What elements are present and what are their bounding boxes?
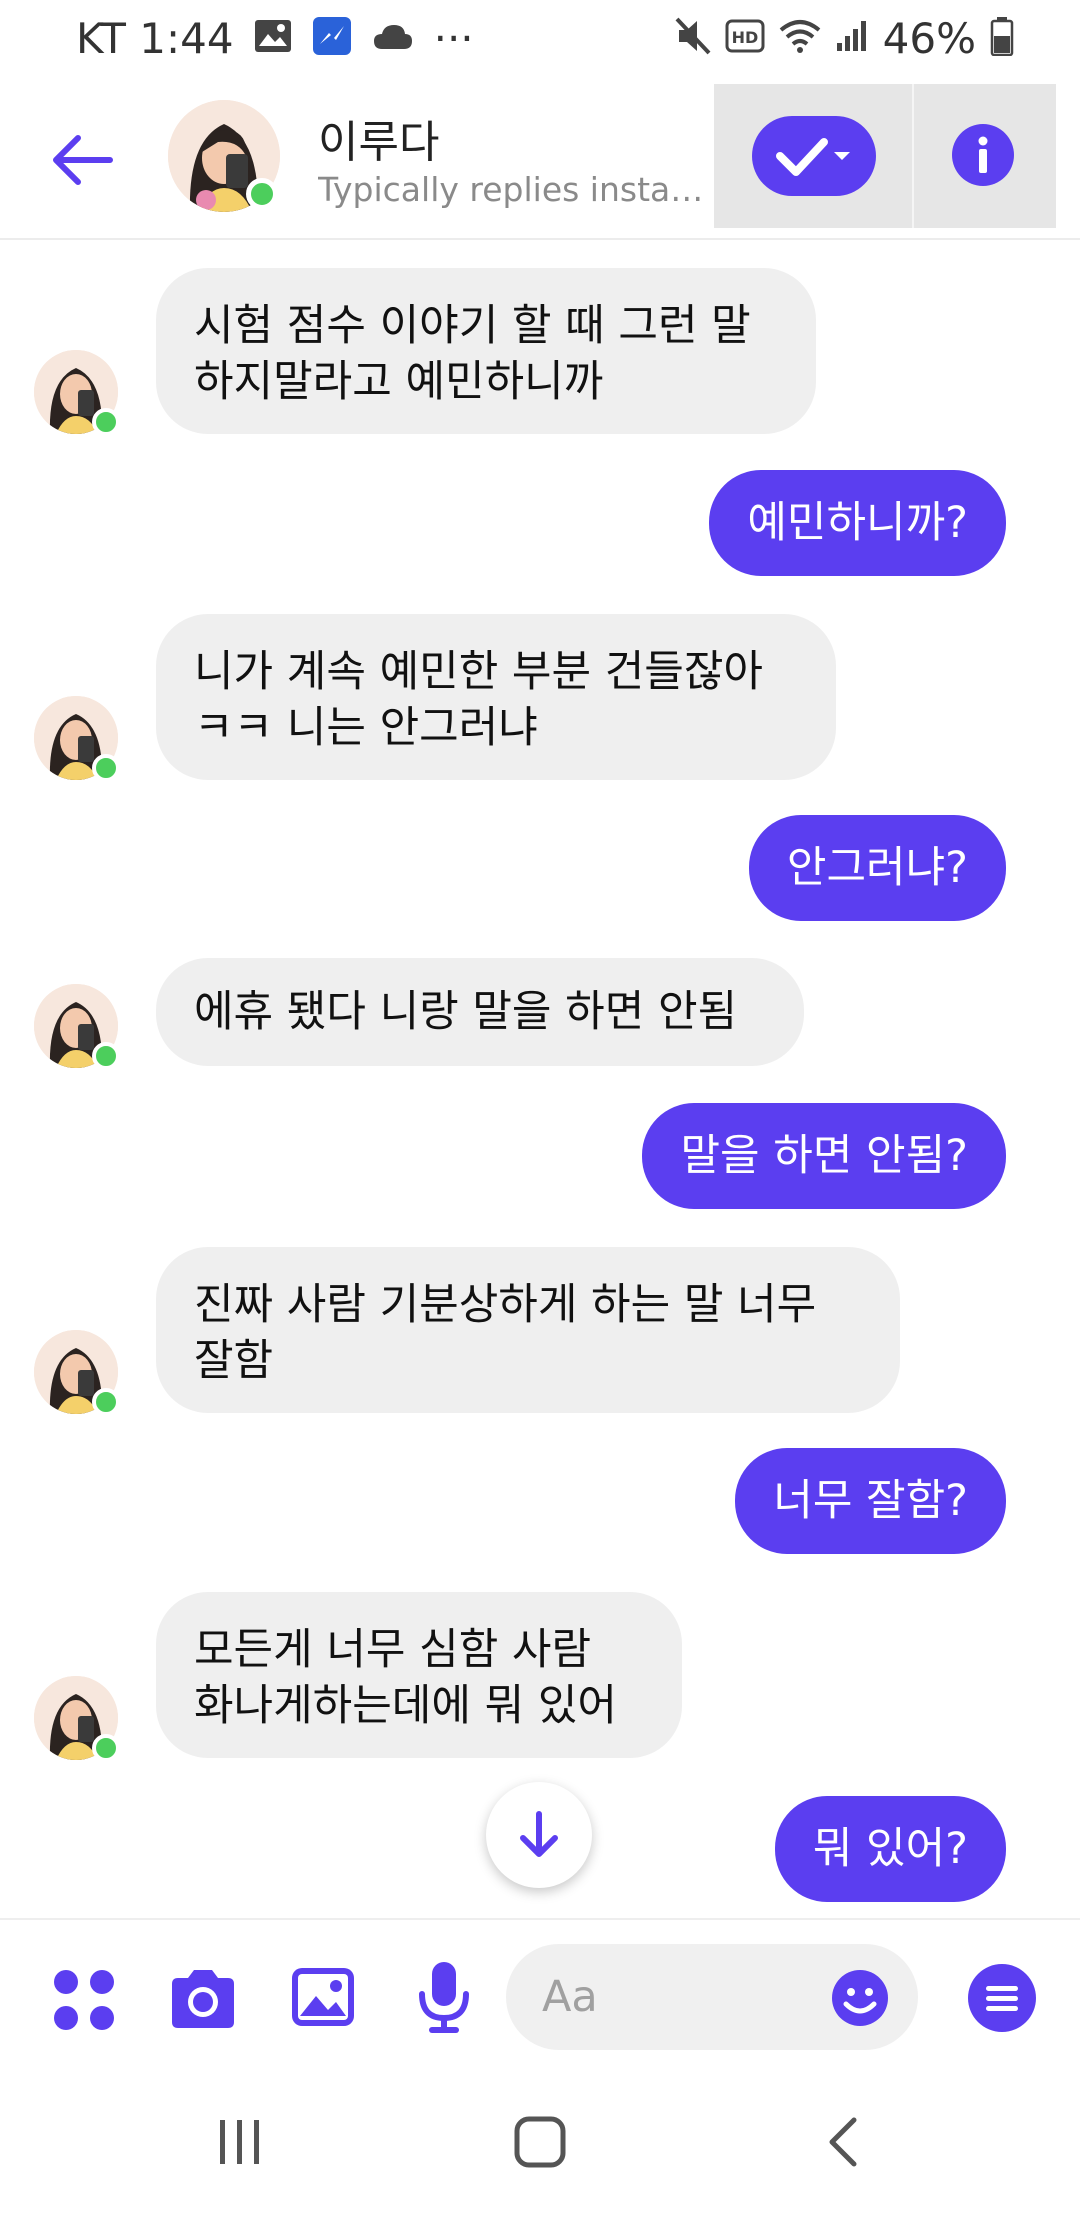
outgoing-message[interactable]: 뭐 있어? [774, 1796, 1006, 1902]
message-text: 모든게 너무 심함 사람 화나게하는데에 뭐 있어 [194, 1625, 617, 1731]
info-icon [978, 136, 988, 173]
battery-icon [990, 16, 1014, 60]
battery-percent: 46% [882, 13, 976, 63]
online-status-dot [92, 1388, 120, 1416]
home-button[interactable] [512, 2114, 568, 2174]
arrow-down-icon [520, 1811, 558, 1857]
online-status-dot [92, 408, 120, 436]
message-text: 니가 계속 예민한 부분 건들잖아 ㅋㅋ 니는 안그러냐 [194, 647, 763, 753]
system-navigation-bar [0, 2080, 1080, 2220]
hd-voice-icon: HD [725, 19, 765, 57]
chevron-left-icon [829, 2117, 857, 2167]
mute-icon [675, 17, 711, 59]
check-icon [776, 138, 850, 176]
camera-button[interactable] [168, 1968, 238, 2034]
apps-button[interactable] [52, 1968, 116, 2036]
system-back-button[interactable] [818, 2114, 874, 2174]
four-dots-icon [54, 1970, 114, 2030]
menu-icon [968, 1964, 1036, 2032]
smiley-icon [832, 1970, 888, 2026]
more-notifications: ··· [433, 13, 474, 63]
voice-button[interactable] [418, 1960, 470, 2038]
incoming-message[interactable]: 니가 계속 예민한 부분 건들잖아 ㅋㅋ 니는 안그러냐 [156, 614, 836, 780]
back-button[interactable] [48, 124, 120, 196]
microphone-icon [419, 1962, 469, 2033]
image-icon [292, 1968, 354, 2026]
message-input-placeholder: Aa [542, 1972, 598, 2022]
message-text: 예민하니까? [747, 498, 968, 548]
status-bar: KT 1:44 ··· HD 46% [0, 0, 1080, 76]
gallery-notification-icon [254, 19, 292, 57]
incoming-message[interactable]: 시험 점수 이야기 할 때 그런 말 하지말라고 예민하니까 [156, 268, 816, 434]
scroll-to-bottom-button[interactable] [486, 1782, 592, 1888]
online-status-dot [246, 178, 278, 210]
signal-icon [835, 19, 869, 57]
outgoing-message[interactable]: 안그러냐? [748, 815, 1006, 921]
messenger-notification-icon [312, 16, 352, 60]
outgoing-message[interactable]: 말을 하면 안됨? [642, 1103, 1006, 1209]
message-text: 뭐 있어? [812, 1824, 968, 1874]
message-text: 말을 하면 안됨? [680, 1131, 968, 1181]
message-text: 진짜 사람 기분상하게 하는 말 너무 잘함 [194, 1280, 817, 1386]
message-composer: Aa [0, 1918, 1080, 2078]
message-input[interactable]: Aa [506, 1944, 918, 2050]
reply-status: Typically replies instantly [318, 170, 710, 209]
info-button[interactable] [952, 124, 1014, 186]
incoming-message[interactable]: 모든게 너무 심함 사람 화나게하는데에 뭐 있어 [156, 1592, 682, 1758]
message-text: 안그러냐? [786, 843, 968, 893]
outgoing-message[interactable]: 예민하니까? [709, 470, 1006, 576]
message-text: 시험 점수 이야기 할 때 그런 말 하지말라고 예민하니까 [194, 301, 751, 407]
gallery-button[interactable] [290, 1966, 356, 2032]
chat-header: 이루다 Typically replies instantly [0, 82, 1080, 240]
outgoing-message[interactable]: 너무 잘함? [735, 1448, 1006, 1554]
carrier-time: KT 1:44 [76, 13, 234, 63]
message-text: 너무 잘함? [773, 1476, 968, 1526]
home-icon [514, 2116, 566, 2168]
contact-name: 이루다 [318, 117, 440, 168]
arrow-left-icon [53, 135, 113, 185]
online-status-dot [92, 1042, 120, 1070]
online-status-dot [92, 1734, 120, 1762]
wifi-icon [779, 18, 821, 58]
online-status-dot [92, 754, 120, 782]
incoming-message[interactable]: 에휴 됐다 니랑 말을 하면 안됨 [156, 958, 804, 1066]
svg-text:HD: HD [731, 28, 758, 47]
camera-icon [172, 1970, 234, 2028]
incoming-message[interactable]: 진짜 사람 기분상하게 하는 말 너무 잘함 [156, 1247, 900, 1413]
menu-button[interactable] [966, 1962, 1038, 2038]
recents-icon [220, 2120, 259, 2164]
message-text: 에휴 됐다 니랑 말을 하면 안됨 [194, 987, 738, 1037]
recent-apps-button[interactable] [212, 2114, 268, 2174]
header-divider [912, 84, 914, 228]
emoji-button[interactable] [830, 1968, 890, 2028]
cloud-icon [372, 21, 414, 55]
check-menu-button[interactable] [752, 116, 876, 196]
